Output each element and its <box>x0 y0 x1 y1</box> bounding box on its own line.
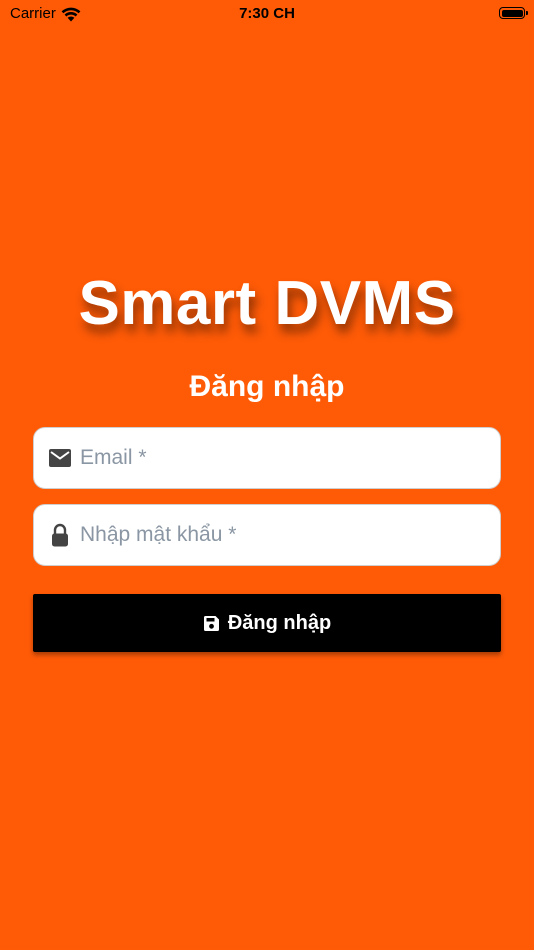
form-title: Đăng nhập <box>189 370 345 403</box>
save-icon <box>203 615 220 632</box>
battery-level <box>501 9 523 17</box>
password-field[interactable] <box>33 504 501 566</box>
lock-icon <box>48 523 72 547</box>
login-button[interactable]: Đăng nhập <box>33 594 501 652</box>
login-button-label: Đăng nhập <box>227 611 332 634</box>
status-time: 7:30 CH <box>239 5 295 22</box>
mail-icon <box>48 446 72 470</box>
email-field[interactable] <box>33 427 501 489</box>
battery-icon <box>499 7 528 19</box>
app-title: Smart DVMS <box>78 269 456 338</box>
email-input[interactable] <box>80 446 480 470</box>
password-input[interactable] <box>80 523 480 547</box>
status-bar: Carrier 7:30 CH <box>0 0 534 28</box>
